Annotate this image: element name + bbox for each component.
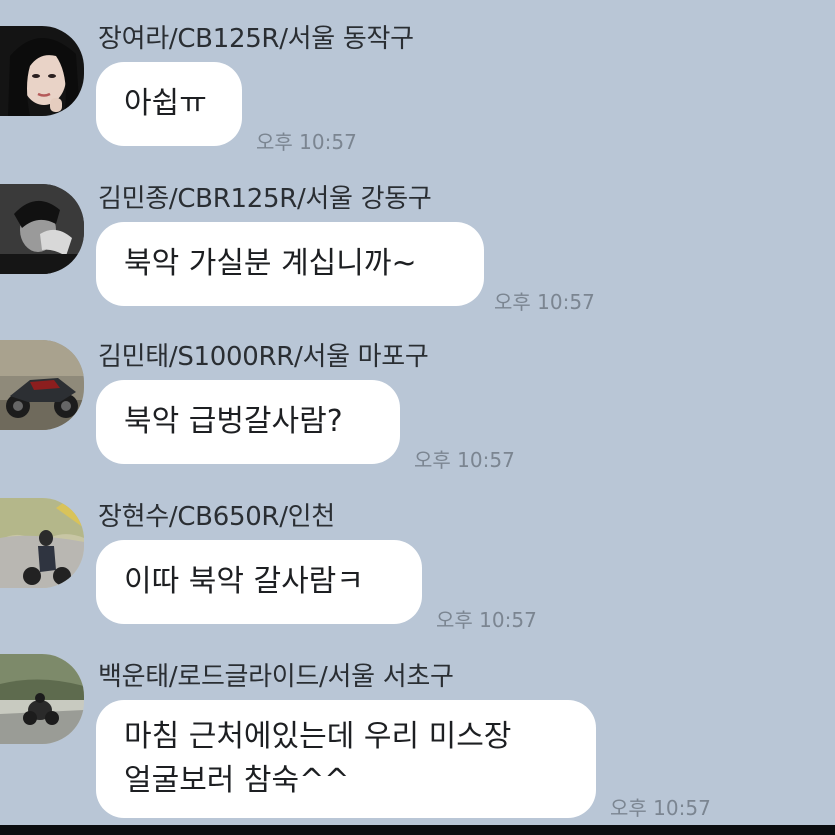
bw-portrait-avatar[interactable]: [0, 184, 84, 274]
chat-message: 백운태/로드글라이드/서울 서초구 마침 근처에있는데 우리 미스장 얼굴보러 …: [0, 654, 835, 826]
sender-name: 장현수/CB650R/인천: [98, 502, 335, 532]
message-time: 오후 10:57: [256, 130, 357, 154]
chat-message: 장여라/CB125R/서울 동작구 아쉽ㅠ 오후 10:57: [0, 18, 835, 158]
message-bubble[interactable]: 북악 급벙갈사람?: [96, 380, 400, 464]
message-bubble[interactable]: 아쉽ㅠ: [96, 62, 242, 146]
message-time: 오후 10:57: [494, 290, 595, 314]
sender-name: 백운태/로드글라이드/서울 서초구: [98, 662, 454, 692]
chat-area: 장여라/CB125R/서울 동작구 아쉽ㅠ 오후 10:57 김민종/CBR12…: [0, 0, 835, 825]
message-bubble[interactable]: 마침 근처에있는데 우리 미스장 얼굴보러 참숙^^: [96, 700, 596, 818]
message-time: 오후 10:57: [414, 448, 515, 472]
sender-name: 김민태/S1000RR/서울 마포구: [98, 342, 429, 372]
chat-message: 김민태/S1000RR/서울 마포구 북악 급벙갈사람? 오후 10:57: [0, 336, 835, 476]
portrait-avatar[interactable]: [0, 26, 84, 116]
screen-bottom-edge: [0, 825, 835, 835]
sender-name: 김민종/CBR125R/서울 강동구: [98, 184, 432, 214]
motorcycle-avatar[interactable]: [0, 340, 84, 430]
sender-name: 장여라/CB125R/서울 동작구: [98, 24, 414, 54]
chat-message: 장현수/CB650R/인천 이따 북악 갈사람ㅋ 오후 10:57: [0, 496, 835, 636]
message-line: 얼굴보러 참숙^^: [124, 763, 350, 798]
message-bubble[interactable]: 북악 가실분 계십니까~: [96, 222, 484, 306]
message-time: 오후 10:57: [436, 608, 537, 632]
message-time: 오후 10:57: [610, 796, 711, 820]
rider-avatar[interactable]: [0, 498, 84, 588]
road-rider-avatar[interactable]: [0, 654, 84, 744]
chat-message: 김민종/CBR125R/서울 강동구 북악 가실분 계십니까~ 오후 10:57: [0, 178, 835, 318]
message-bubble[interactable]: 이따 북악 갈사람ㅋ: [96, 540, 422, 624]
message-line: 마침 근처에있는데 우리 미스장: [124, 719, 512, 754]
